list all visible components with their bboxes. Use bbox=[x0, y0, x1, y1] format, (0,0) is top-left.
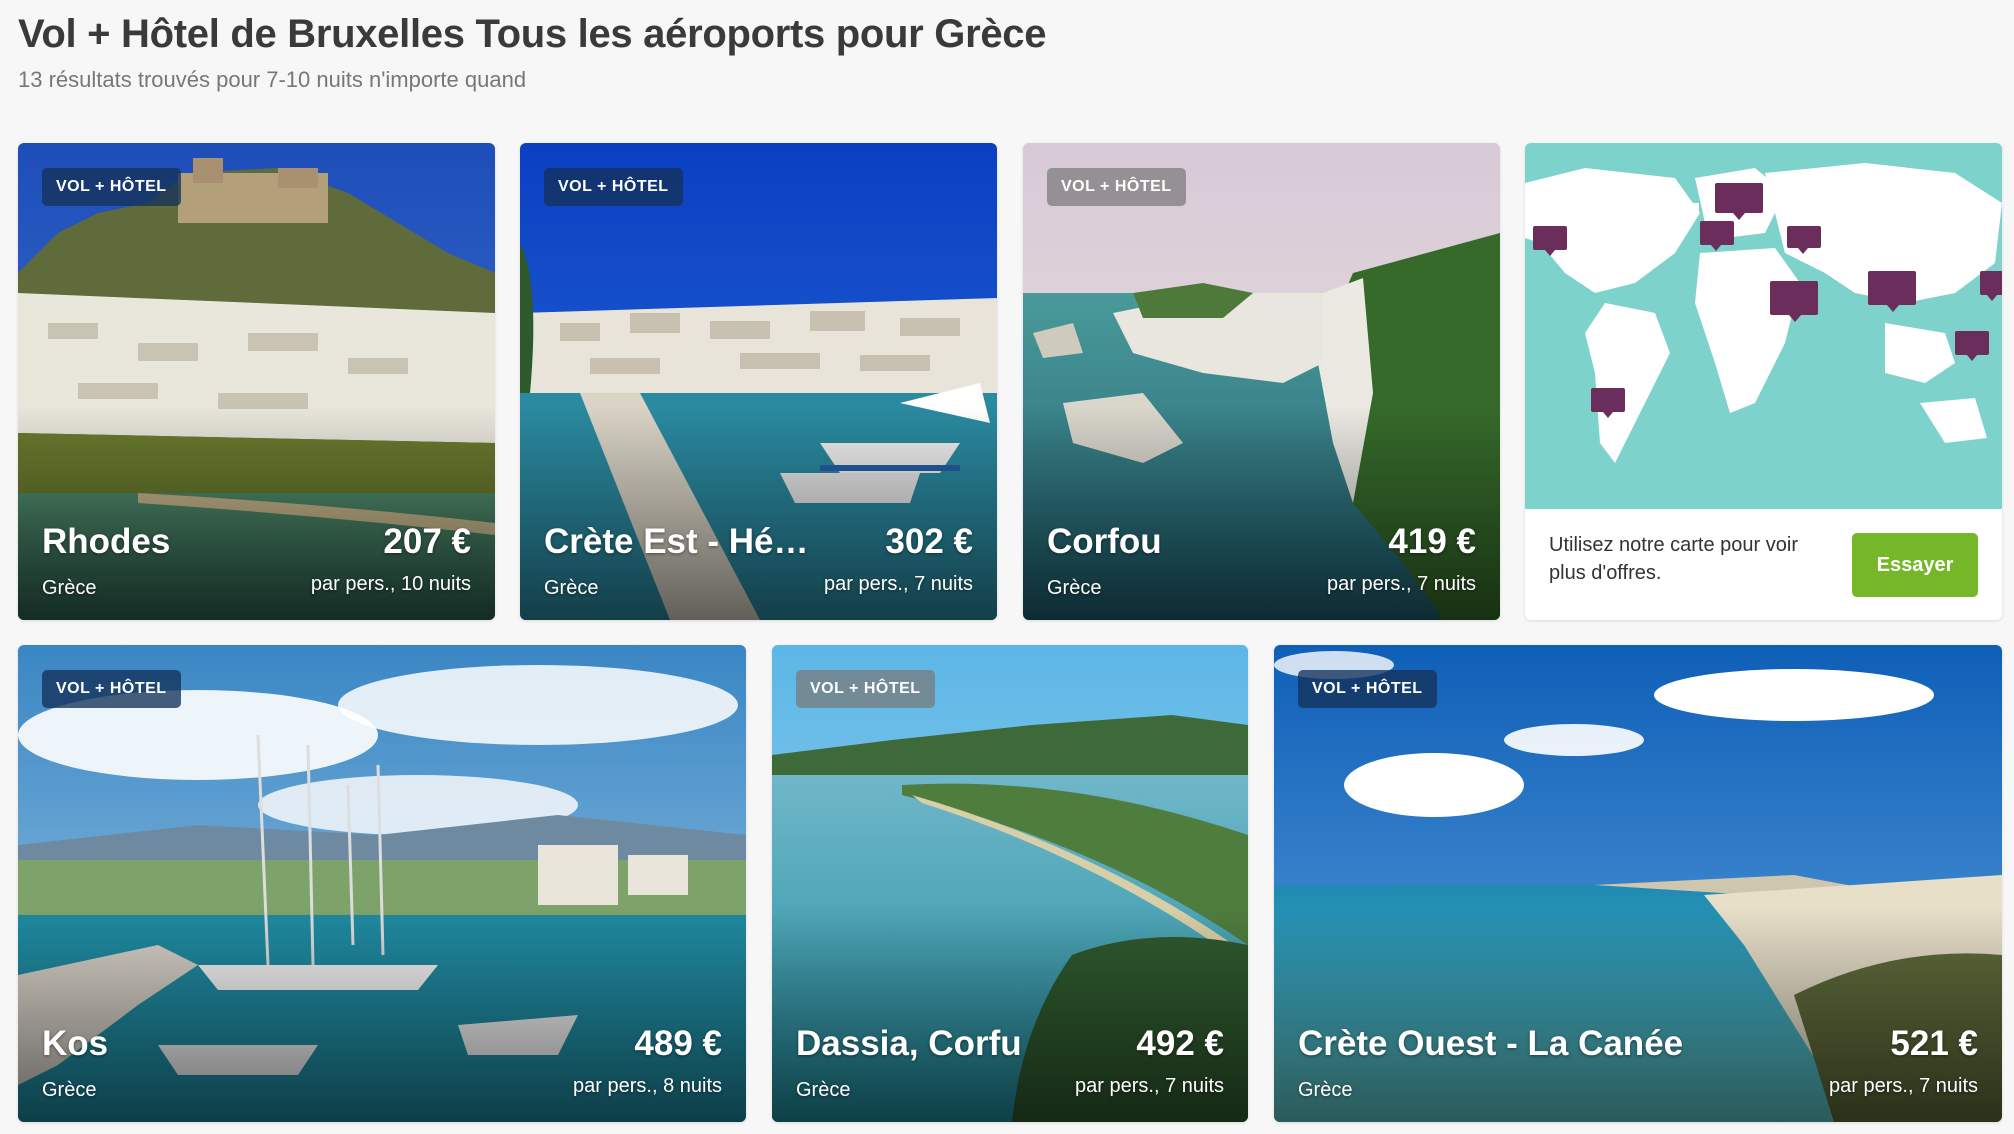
destination-country: Grèce bbox=[544, 577, 599, 599]
destination-name: Corfou bbox=[1047, 522, 1162, 561]
destination-country: Grèce bbox=[1298, 1079, 1353, 1101]
price-details: par pers., 7 nuits bbox=[824, 573, 973, 595]
destination-name: Dassia, Corfu bbox=[796, 1024, 1022, 1063]
destination-country: Grèce bbox=[42, 577, 97, 599]
deal-card-corfou[interactable]: VOL + HÔTEL Corfou Grèce 419 € par pers.… bbox=[1023, 143, 1500, 620]
results-header: Vol + Hôtel de Bruxelles Tous les aéropo… bbox=[18, 10, 1046, 94]
price-details: par pers., 10 nuits bbox=[310, 573, 471, 595]
destination-country: Grèce bbox=[1047, 577, 1102, 599]
destination-name: Crète Est - Hér… bbox=[544, 522, 814, 561]
deal-card-kos[interactable]: VOL + HÔTEL Kos Grèce 489 € par pers., 8… bbox=[18, 645, 746, 1122]
page-title: Vol + Hôtel de Bruxelles Tous les aéropo… bbox=[18, 12, 1047, 56]
destination-name: Rhodes bbox=[42, 522, 171, 561]
price: 489 € bbox=[634, 1024, 722, 1063]
world-map[interactable] bbox=[1525, 143, 2002, 509]
price-details: par pers., 7 nuits bbox=[1075, 1075, 1224, 1097]
price: 521 € bbox=[1890, 1024, 1978, 1063]
price-details: par pers., 8 nuits bbox=[573, 1075, 722, 1097]
flight-hotel-badge: VOL + HÔTEL bbox=[544, 168, 683, 206]
results-count: 13 résultats trouvés pour 7-10 nuits n'i… bbox=[18, 67, 527, 92]
world-map-graphic bbox=[1525, 163, 2002, 463]
deal-card-rhodes[interactable]: VOL + HÔTEL Rhodes Grèce 207 € par pers.… bbox=[18, 143, 495, 620]
price: 302 € bbox=[885, 522, 973, 561]
destination-name: Crète Ouest - La Canée bbox=[1298, 1024, 1684, 1063]
price: 419 € bbox=[1388, 522, 1476, 561]
deal-card-dassia-corfu[interactable]: VOL + HÔTEL Dassia, Corfu Grèce 492 € pa… bbox=[772, 645, 1248, 1122]
flight-hotel-badge: VOL + HÔTEL bbox=[1047, 168, 1186, 206]
map-promo-card: Utilisez notre carte pour voir plus d'of… bbox=[1525, 143, 2002, 620]
destination-name: Kos bbox=[42, 1024, 109, 1063]
price-details: par pers., 7 nuits bbox=[1829, 1075, 1978, 1097]
flight-hotel-badge: VOL + HÔTEL bbox=[42, 670, 181, 708]
destination-country: Grèce bbox=[42, 1079, 97, 1101]
destination-country: Grèce bbox=[796, 1079, 851, 1101]
flight-hotel-badge: VOL + HÔTEL bbox=[1298, 670, 1437, 708]
try-map-button[interactable]: Essayer bbox=[1852, 533, 1978, 597]
flight-hotel-badge: VOL + HÔTEL bbox=[796, 670, 935, 708]
price: 492 € bbox=[1136, 1024, 1224, 1063]
flight-hotel-badge: VOL + HÔTEL bbox=[42, 168, 181, 206]
deal-card-crete-ouest[interactable]: VOL + HÔTEL Crète Ouest - La Canée Grèce… bbox=[1274, 645, 2002, 1122]
deal-card-crete-est[interactable]: VOL + HÔTEL Crète Est - Hér… Grèce 302 €… bbox=[520, 143, 997, 620]
price: 207 € bbox=[383, 522, 471, 561]
price-details: par pers., 7 nuits bbox=[1327, 573, 1476, 595]
map-promo-text: Utilisez notre carte pour voir plus d'of… bbox=[1549, 534, 1798, 584]
